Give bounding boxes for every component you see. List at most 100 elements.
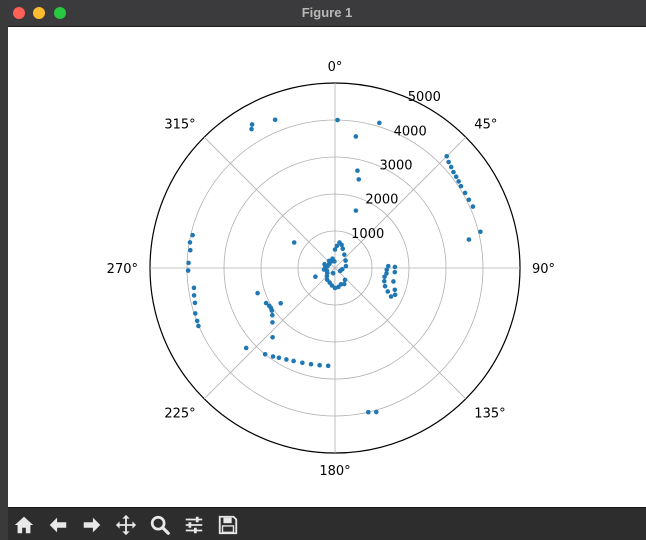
scatter-point — [192, 311, 198, 316]
scatter-point — [458, 183, 464, 189]
scatter-point — [340, 246, 346, 252]
scatter-point — [270, 334, 275, 340]
scatter-point — [377, 120, 382, 126]
scatter-point — [308, 361, 314, 367]
theta-tick-label: 225° — [164, 406, 195, 421]
scatter-point — [451, 169, 456, 175]
save-button[interactable] — [214, 511, 242, 539]
pan-button[interactable] — [112, 511, 140, 539]
theta-tick-label: 90° — [532, 262, 555, 277]
scatter-point — [313, 274, 318, 280]
arrow-left-icon — [49, 517, 67, 533]
zoom-button[interactable] — [146, 511, 174, 539]
scatter-point — [192, 300, 198, 306]
scatter-point — [270, 312, 275, 318]
background-app-strip — [0, 0, 8, 540]
scatter-point — [249, 122, 255, 127]
theta-tick-label: 45° — [474, 118, 497, 133]
scatter-point — [196, 323, 201, 329]
scatter-point — [353, 208, 359, 213]
scatter-point — [317, 362, 322, 368]
window-title: Figure 1 — [301, 5, 353, 20]
scatter-point — [470, 204, 476, 209]
scatter-point — [255, 290, 260, 296]
scatter-point — [330, 270, 336, 276]
scatter-point — [382, 278, 387, 284]
scatter-point — [444, 153, 450, 159]
scatter-point — [385, 289, 391, 294]
magnifier-icon — [150, 515, 170, 535]
scatter-point — [342, 252, 347, 257]
scatter-point — [374, 409, 379, 415]
r-tick-label: 3000 — [379, 158, 412, 173]
theta-tick-label: 315° — [164, 118, 195, 133]
theta-tick-label: 0° — [328, 60, 343, 75]
scatter-point — [191, 285, 197, 291]
scatter-point — [270, 320, 275, 325]
scatter-point — [194, 318, 200, 324]
floppy-disk-icon — [218, 515, 238, 535]
scatter-point — [249, 126, 254, 132]
scatter-point — [332, 259, 337, 264]
forward-button[interactable] — [78, 511, 106, 539]
scatter-point — [453, 174, 459, 180]
scatter-point — [355, 168, 360, 173]
r-tick-label: 1000 — [351, 227, 384, 242]
scatter-point — [388, 294, 394, 299]
configure-subplots-button[interactable] — [180, 511, 208, 539]
scatter-point — [188, 247, 193, 253]
polar-scatter-chart[interactable]: 1000 2000 3000 4000 5000 0° 45° 90° 135° 180° 225°… — [8, 27, 646, 507]
scatter-point — [186, 260, 191, 266]
scatter-point — [185, 268, 191, 273]
scatter-point — [392, 264, 398, 270]
scatter-point — [322, 261, 327, 267]
scatter-point — [291, 240, 297, 245]
theta-tick-label: 270° — [107, 262, 138, 277]
scatter-point — [335, 117, 340, 123]
scatter-point — [187, 240, 193, 245]
scatter-point — [243, 345, 249, 351]
figure-window: Figure 1 1000 2000 3000 4000 5000 0° 45° 90° 135… — [8, 0, 646, 540]
grid-layer — [149, 82, 521, 454]
scatter-point — [339, 242, 344, 248]
scatter-point — [270, 354, 276, 359]
scatter-point — [278, 300, 283, 306]
theta-grid-line — [334, 267, 467, 400]
scatter-point — [263, 300, 269, 306]
scatter-point — [276, 355, 282, 361]
scatter-point — [446, 159, 451, 165]
scatter-point — [337, 268, 343, 274]
scatter-point — [190, 232, 195, 238]
move-icon — [115, 514, 137, 536]
scatter-point — [272, 117, 278, 123]
scatter-point — [365, 409, 371, 415]
scatter-point — [382, 274, 387, 280]
scatter-point — [392, 269, 398, 275]
scatter-point — [343, 258, 348, 263]
scatter-point — [262, 351, 268, 357]
scatter-point — [392, 292, 398, 298]
home-icon — [14, 516, 34, 534]
scatter-point — [343, 263, 349, 269]
scatter-point — [462, 190, 468, 196]
back-button[interactable] — [44, 511, 72, 539]
scatter-point — [342, 277, 348, 283]
scatter-point — [382, 283, 388, 289]
theta-grid-line — [203, 136, 336, 269]
home-button[interactable] — [10, 511, 38, 539]
scatter-point — [284, 357, 289, 362]
theta-tick-label: 180° — [319, 464, 350, 479]
title-bar[interactable]: Figure 1 — [8, 0, 646, 27]
r-tick-label: 2000 — [365, 193, 398, 208]
r-tick-label: 5000 — [408, 90, 441, 105]
sliders-icon — [185, 516, 203, 534]
scatter-point — [291, 358, 296, 364]
scatter-point — [191, 293, 197, 298]
plot-area[interactable]: 1000 2000 3000 4000 5000 0° 45° 90° 135° 180° 225°… — [8, 27, 646, 507]
r-tick-label: 4000 — [394, 124, 427, 139]
scatter-point — [456, 179, 461, 184]
scatter-point — [466, 237, 472, 242]
scatter-point — [466, 197, 472, 203]
navigation-toolbar — [8, 507, 646, 540]
arrow-right-icon — [83, 517, 101, 533]
